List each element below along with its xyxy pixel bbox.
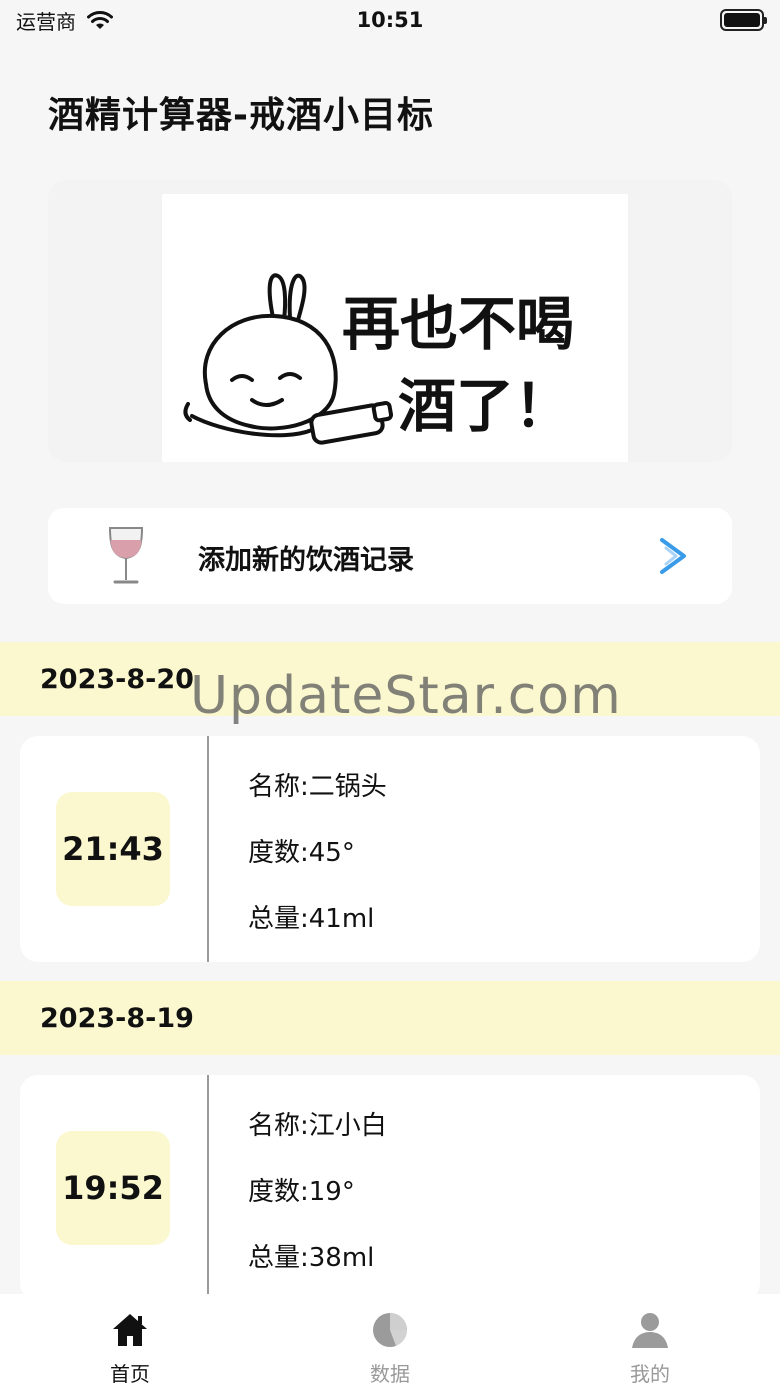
tab-home[interactable]: 首页: [0, 1294, 260, 1387]
banner-illustration: 再也不喝 酒了！: [162, 194, 628, 462]
drink-record-card[interactable]: 19:52 名称:江小白 度数:19° 总量:38ml: [20, 1075, 760, 1301]
carrier-label: 运营商: [16, 9, 76, 34]
record-time: 21:43: [56, 792, 170, 906]
card-divider: [207, 1075, 209, 1301]
page-title: 酒精计算器-戒酒小目标: [48, 95, 434, 136]
wine-glass-icon: [108, 527, 144, 584]
pie-chart-icon: [373, 1313, 408, 1347]
clock: 10:51: [356, 8, 424, 32]
rabbit-illustration: 再也不喝 酒了！: [183, 273, 574, 445]
record-degree: 度数:45°: [248, 838, 355, 868]
wifi-icon: [87, 11, 113, 29]
banner-caption-line1: 再也不喝: [342, 290, 574, 358]
tab-profile[interactable]: 我的: [520, 1294, 780, 1387]
record-name: 名称:二锅头: [248, 772, 387, 802]
tab-bar: 首页 数据 我的: [0, 1294, 780, 1387]
card-divider: [207, 736, 209, 962]
add-record-button[interactable]: 添加新的饮酒记录: [48, 508, 732, 604]
tab-label: 我的: [630, 1362, 670, 1386]
tab-label: 数据: [370, 1362, 410, 1386]
record-degree: 度数:19°: [248, 1177, 355, 1207]
record-name: 名称:江小白: [248, 1111, 387, 1141]
app-screen: 运营商 10:51 酒精计算器-戒酒小目标 再也不喝 酒了！ 添加新的饮酒记录 …: [0, 0, 780, 1387]
date-header: 2023-8-20: [0, 642, 780, 716]
record-time: 19:52: [56, 1131, 170, 1245]
banner-caption-line2: 酒了！: [398, 372, 572, 440]
status-bar: 运营商 10:51: [0, 0, 780, 40]
record-volume: 总量:41ml: [248, 904, 375, 934]
drink-record-card[interactable]: 21:43 名称:二锅头 度数:45° 总量:41ml: [20, 736, 760, 962]
person-icon: [632, 1313, 668, 1348]
chevron-right-icon: [660, 538, 686, 574]
tab-data[interactable]: 数据: [260, 1294, 520, 1387]
battery-icon: [720, 9, 767, 31]
banner: 再也不喝 酒了！: [48, 180, 732, 462]
tab-label: 首页: [110, 1362, 150, 1386]
home-icon: [113, 1314, 147, 1346]
add-record-label: 添加新的饮酒记录: [198, 545, 414, 576]
date-header: 2023-8-19: [0, 981, 780, 1055]
record-volume: 总量:38ml: [248, 1243, 375, 1273]
